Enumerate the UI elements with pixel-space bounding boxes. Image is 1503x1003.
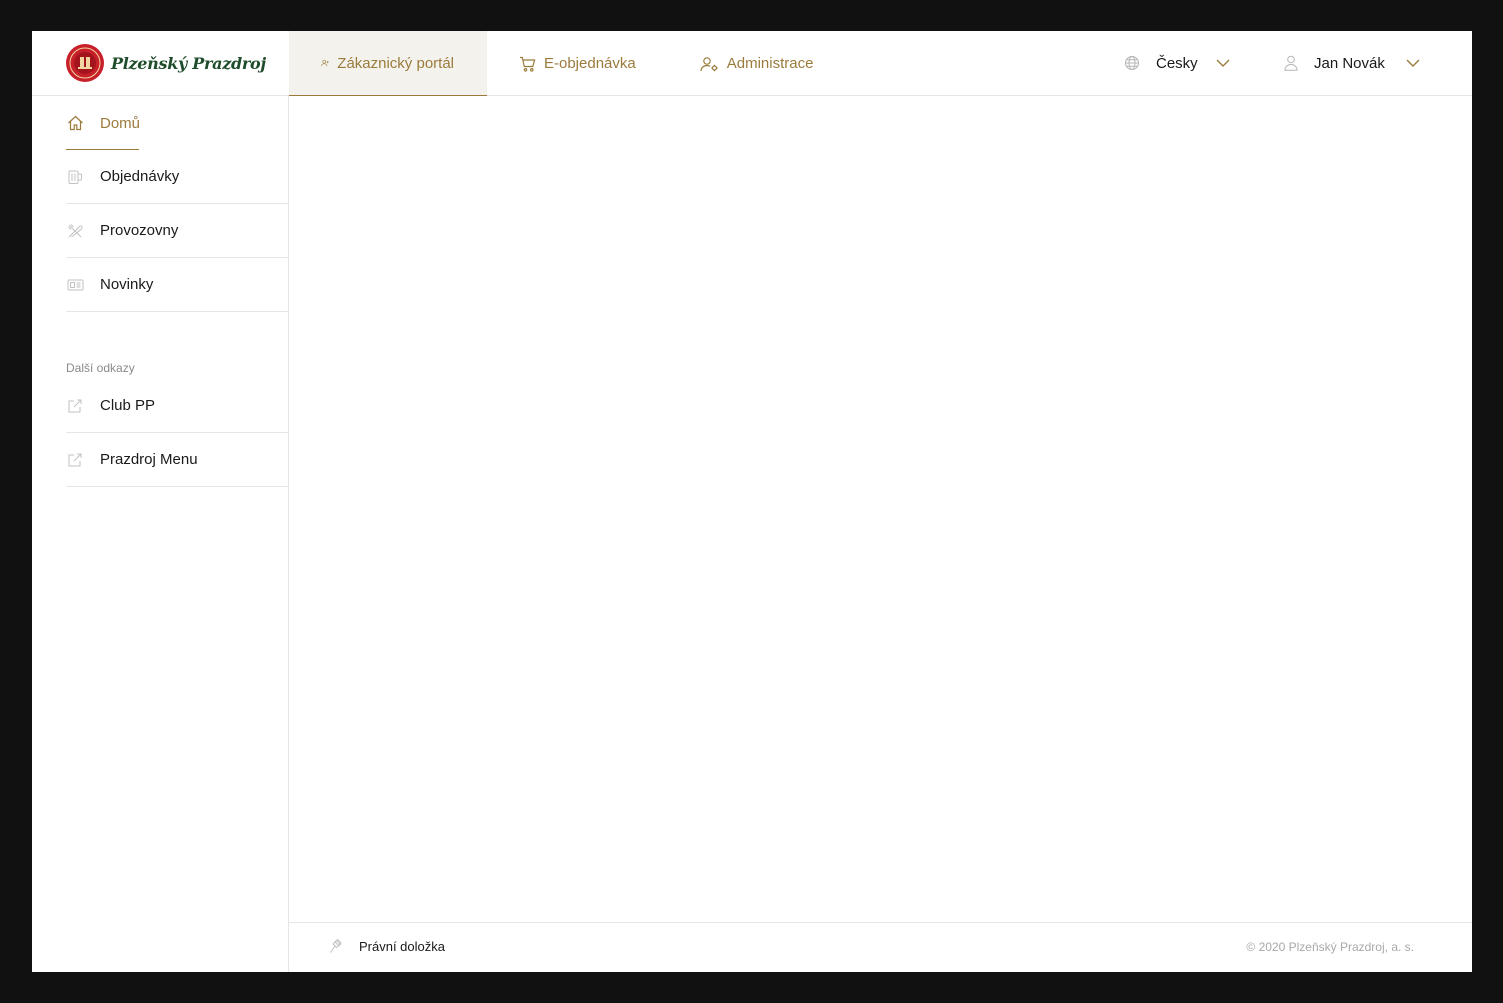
beer-mug-icon — [66, 168, 84, 186]
external-link-icon — [66, 451, 84, 469]
cart-icon — [520, 56, 536, 72]
tab-label: Administrace — [726, 55, 814, 72]
sidebar-item-label: Novinky — [100, 276, 154, 293]
sidebar: Domů Objednávky Provozovny Novinky Další… — [32, 96, 289, 972]
brand-logo-text: Plzeňský Prazdroj — [111, 53, 266, 73]
sidebar-link-label: Club PP — [100, 397, 156, 414]
tab-e-order[interactable]: E-objednávka — [487, 31, 668, 96]
user-icon — [1284, 55, 1298, 71]
sidebar-item-label: Provozovny — [100, 222, 179, 239]
main-content — [289, 96, 1472, 922]
copyright-text: © 2020 Plzeňský Prazdroj, a. s. — [1246, 940, 1414, 954]
sidebar-link-prazdroj-menu[interactable]: Prazdroj Menu — [66, 433, 288, 487]
sidebar-item-label: Objednávky — [100, 168, 180, 185]
sidebar-section-title: Další odkazy — [66, 361, 135, 375]
sidebar-link-label: Prazdroj Menu — [100, 451, 198, 468]
language-selector[interactable]: Česky — [1124, 49, 1230, 77]
cutlery-icon — [66, 222, 84, 240]
tab-customer-portal[interactable]: Zákaznický portál — [289, 31, 487, 96]
sidebar-link-club-pp[interactable]: Club PP — [66, 379, 288, 433]
sidebar-item-label: Domů — [100, 114, 141, 132]
user-name: Jan Novák — [1314, 54, 1385, 72]
user-plus-icon — [321, 59, 329, 67]
tab-label: Zákaznický portál — [337, 54, 454, 72]
sidebar-item-news[interactable]: Novinky — [66, 258, 288, 312]
newspaper-icon — [66, 276, 84, 294]
home-icon — [66, 114, 84, 132]
legal-notice-link[interactable]: Právní doložka — [329, 938, 445, 954]
sidebar-item-home[interactable]: Domů — [66, 96, 288, 150]
tab-administration[interactable]: Administrace — [668, 31, 846, 96]
gavel-icon — [330, 938, 342, 953]
top-navigation: Zákaznický portál E-objednávka Administr… — [289, 31, 845, 96]
chevron-down-icon — [1216, 59, 1230, 67]
page-footer: Právní doložka © 2020 Plzeňský Prazdroj,… — [289, 922, 1472, 972]
sidebar-item-orders[interactable]: Objednávky — [66, 150, 288, 204]
legal-notice-label: Právní doložka — [359, 938, 445, 954]
brand-logo[interactable]: Plzeňský Prazdroj — [65, 43, 266, 83]
globe-icon — [1125, 56, 1139, 70]
external-link-icon — [66, 397, 84, 415]
tab-label: E-objednávka — [544, 55, 636, 72]
user-gear-icon — [700, 56, 718, 71]
user-menu[interactable]: Jan Novák — [1284, 49, 1420, 77]
sidebar-item-venues[interactable]: Provozovny — [66, 204, 288, 258]
top-header: Plzeňský Prazdroj Zákaznický portál E-ob… — [32, 31, 1472, 96]
chevron-down-icon — [1406, 59, 1420, 67]
app-window: Plzeňský Prazdroj Zákaznický portál E-ob… — [32, 31, 1472, 972]
brand-seal-icon — [66, 44, 104, 82]
language-label: Česky — [1156, 54, 1198, 72]
